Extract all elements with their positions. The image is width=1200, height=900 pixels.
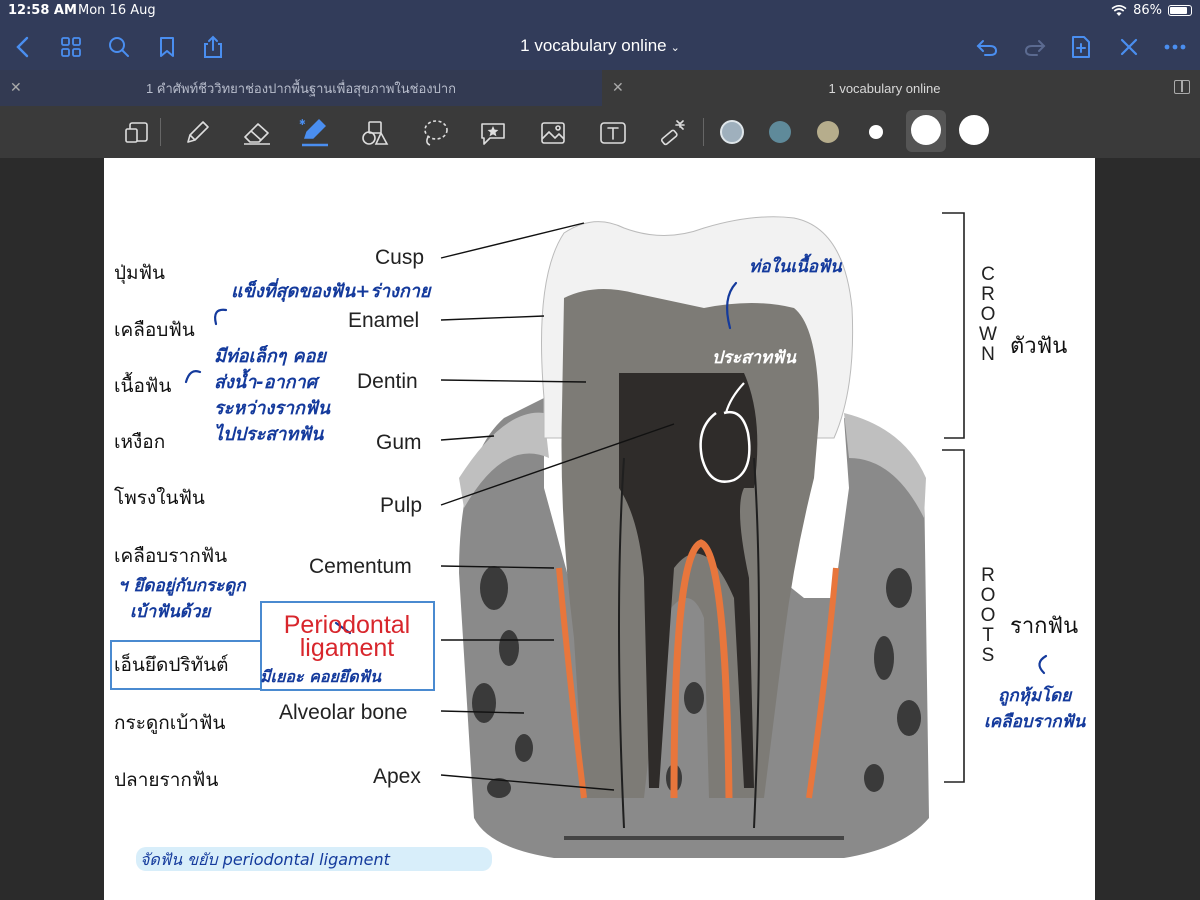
- sticker-icon[interactable]: [476, 116, 510, 150]
- crown-letter: O: [980, 304, 996, 325]
- crown-letter: R: [981, 284, 995, 305]
- laser-icon[interactable]: [656, 116, 690, 150]
- crown-letter: N: [981, 344, 995, 365]
- tab-label: 1 คำศัพท์ชีววิทยาช่องปากพื้นฐานเพื่อสุขภ…: [145, 80, 457, 96]
- nav-bar: 1 vocabulary online ⌄: [0, 24, 1200, 70]
- note-orthodontics: จัดฟัน ขยับ periodontal ligament: [140, 850, 390, 869]
- label-pulp: Pulp: [380, 494, 423, 517]
- thai-term-cementum: เคลือบรากฟัน: [114, 545, 228, 567]
- roots-letter: T: [982, 625, 994, 646]
- color-swatch[interactable]: [817, 121, 839, 143]
- roots-thai: รากฟัน: [1010, 614, 1079, 639]
- color-swatch[interactable]: [911, 115, 941, 145]
- status-right: 86%: [1111, 3, 1192, 18]
- clock: 12:58 AM: [8, 3, 77, 18]
- label-cusp: Cusp: [375, 246, 425, 269]
- note-cementum-line: ฯ ยึดอยู่กับกระดูก: [118, 576, 246, 596]
- text-icon[interactable]: [596, 116, 630, 150]
- note-dentin-tubule: ท่อในเนื้อฟัน: [749, 257, 842, 277]
- label-gum: Gum: [376, 431, 422, 454]
- note-dentin-line: ส่งน้ำ-อากาศ: [214, 372, 318, 393]
- split-view-icon[interactable]: [1174, 80, 1190, 94]
- note-cementum: ฯ ยึดอยู่กับกระดูก เบ้าฟันด้วย: [118, 573, 246, 625]
- crown-bracket: [942, 212, 965, 439]
- status-bar: 12:58 AM Mon 16 Aug 86%: [0, 0, 1200, 24]
- roots-letter: O: [980, 605, 996, 626]
- roots-letter: R: [981, 565, 995, 586]
- note-ligament: มีเยอะ คอยยึดฟัน: [260, 667, 381, 686]
- note-roots-line: ถูกหุ้มโดย: [998, 686, 1072, 706]
- tab-bar: ✕ 1 คำศัพท์ชีววิทยาช่องปากพื้นฐานเพื่อสุ…: [0, 70, 1200, 106]
- tool-bar: ✱: [0, 106, 1200, 158]
- battery-fill: [1170, 7, 1188, 14]
- add-page-icon[interactable]: [1066, 32, 1096, 62]
- roots-bracket: [942, 449, 965, 783]
- note-roots: ถูกหุ้มโดย เคลือบรากฟัน: [984, 683, 1085, 735]
- thai-term-alveolar-bone: กระดูกเบ้าฟัน: [114, 712, 226, 734]
- thai-term-apex: ปลายรากฟัน: [114, 769, 219, 791]
- document-title-text: 1 vocabulary online: [520, 36, 667, 55]
- highlighter-icon[interactable]: ✱: [298, 116, 332, 150]
- tooth-diagram: [184, 212, 1048, 858]
- label-alveolar-bone: Alveolar bone: [279, 701, 408, 724]
- note-cementum-line: เบ้าฟันด้วย: [130, 602, 211, 622]
- label-cementum: Cementum: [309, 555, 412, 578]
- page-layout-icon[interactable]: [120, 116, 154, 150]
- close-tab-icon[interactable]: ✕: [10, 79, 22, 96]
- note-dentin-tubules: มีท่อเล็กๆ คอย ส่งน้ำ-อากาศ ระหว่างรากฟั…: [214, 344, 330, 448]
- toolbar-divider: [703, 118, 704, 146]
- battery-icon: [1168, 5, 1192, 16]
- tab-label: 1 vocabulary online: [828, 80, 941, 96]
- note-dentin-line: ระหว่างรากฟัน: [214, 398, 330, 419]
- color-swatch[interactable]: [720, 120, 744, 144]
- toolbar-divider: [160, 118, 161, 146]
- label-apex: Apex: [373, 765, 421, 788]
- date: Mon 16 Aug: [78, 3, 156, 18]
- periodontal-line-2: ligament: [299, 634, 395, 662]
- crown-thai: ตัวฟัน: [1010, 334, 1068, 359]
- tab-vocabulary-online[interactable]: ✕ 1 vocabulary online: [602, 70, 1167, 106]
- redo-icon[interactable]: [1020, 32, 1050, 62]
- eraser-icon[interactable]: [240, 116, 274, 150]
- label-enamel: Enamel: [348, 309, 420, 332]
- color-swatch[interactable]: [869, 125, 883, 139]
- roots-label: R O O T S: [978, 566, 998, 666]
- color-swatch[interactable]: [959, 115, 989, 145]
- note-nerve: ประสาทฟัน: [712, 348, 796, 368]
- close-icon[interactable]: [1114, 32, 1144, 62]
- chevron-down-icon: ⌄: [670, 42, 680, 54]
- roots-letter: O: [980, 585, 996, 606]
- thai-term-pulp: โพรงในฟัน: [114, 487, 205, 509]
- close-tab-icon[interactable]: ✕: [612, 79, 624, 96]
- undo-icon[interactable]: [972, 32, 1002, 62]
- label-periodontal-ligament: Periodontal ligament: [262, 613, 432, 662]
- note-dentin-line: ไปประสาทฟัน: [214, 424, 324, 445]
- image-icon[interactable]: [536, 116, 570, 150]
- ligament-term-box: [110, 640, 262, 690]
- note-dentin-line: มีท่อเล็กๆ คอย: [214, 346, 326, 367]
- color-swatch[interactable]: [769, 121, 791, 143]
- label-dentin: Dentin: [357, 370, 418, 393]
- svg-text:✱: ✱: [299, 118, 306, 127]
- thai-term-dentin: เนื้อฟัน: [114, 375, 172, 397]
- note-enamel-hardest: แข็งที่สุดของฟัน+ร่างกาย: [231, 281, 431, 302]
- note-page[interactable]: ปุ่มฟัน เคลือบฟัน เนื้อฟัน เหงือก โพรงใน…: [104, 158, 1095, 900]
- crown-letter: C: [981, 264, 995, 285]
- wifi-icon: [1111, 4, 1127, 16]
- crown-label: C R O W N: [978, 265, 998, 365]
- battery-percent: 86%: [1133, 3, 1162, 18]
- pen-icon[interactable]: [180, 116, 214, 150]
- thai-term-enamel: เคลือบฟัน: [114, 319, 195, 341]
- note-roots-line: เคลือบรากฟัน: [984, 712, 1086, 732]
- tab-thai-vocabulary[interactable]: ✕ 1 คำศัพท์ชีววิทยาช่องปากพื้นฐานเพื่อสุ…: [0, 70, 602, 106]
- thai-term-gum: เหงือก: [114, 431, 166, 453]
- roots-letter: S: [981, 645, 995, 666]
- lasso-icon[interactable]: [418, 116, 452, 150]
- thai-term-cusp: ปุ่มฟัน: [114, 262, 166, 284]
- crown-letter: W: [979, 324, 997, 345]
- more-icon[interactable]: [1160, 32, 1190, 62]
- shapes-icon[interactable]: [358, 116, 392, 150]
